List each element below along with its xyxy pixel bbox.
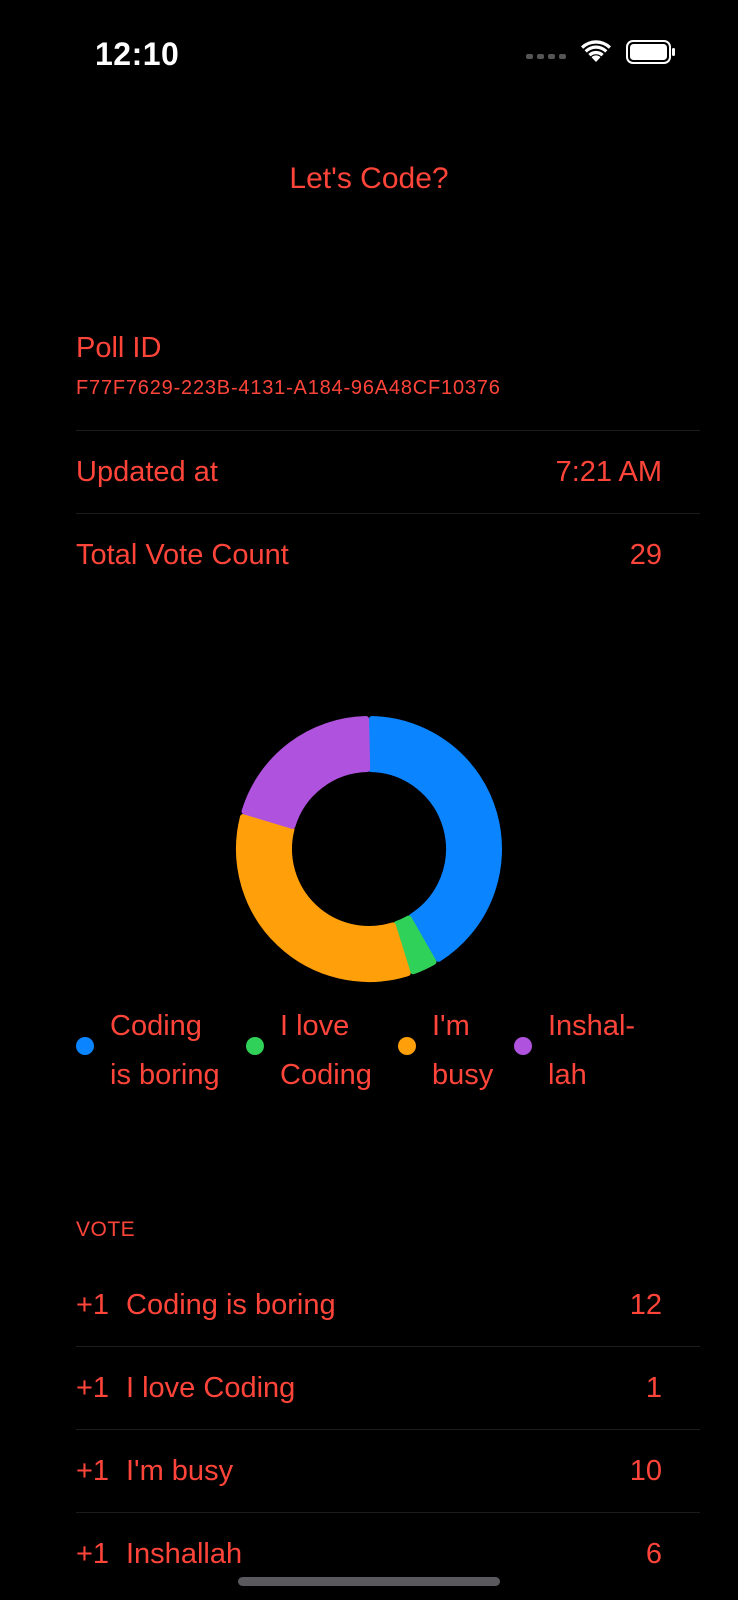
total-vote-count-label: Total Vote Count [76, 538, 289, 571]
poll-info-section: Poll ID F77F7629-223B-4131-A184-96A48CF1… [76, 320, 700, 596]
vote-option-count: 1 [645, 1371, 662, 1404]
vote-option-button[interactable]: +1 I love Coding 1 [76, 1347, 700, 1430]
plus-one-label: +1 [76, 1454, 110, 1487]
home-indicator[interactable] [238, 1577, 500, 1586]
updated-at-row: Updated at 7:21 AM [76, 431, 700, 514]
poll-id-row: Poll ID F77F7629-223B-4131-A184-96A48CF1… [76, 320, 700, 431]
vote-option-label: Coding is boring [126, 1288, 336, 1321]
legend-item-i-love-coding: I love Coding [246, 1002, 398, 1100]
legend-label-line1: I'm [432, 1010, 470, 1042]
legend-dot [246, 1037, 264, 1055]
plus-one-label: +1 [76, 1537, 110, 1570]
poll-id-value: F77F7629-223B-4131-A184-96A48CF10376 [76, 377, 501, 399]
poll-id-label: Poll ID [76, 332, 162, 364]
vote-option-label: I love Coding [126, 1371, 296, 1404]
legend-label-line2: Coding [280, 1059, 372, 1091]
status-icons [526, 40, 676, 64]
vote-donut-chart [0, 700, 738, 1000]
total-vote-count-row: Total Vote Count 29 [76, 514, 700, 596]
legend-label-line1: Coding [110, 1010, 202, 1042]
cellular-signal-icon [526, 53, 566, 59]
vote-option-count: 12 [629, 1288, 662, 1321]
legend-dot [76, 1037, 94, 1055]
legend-dot [514, 1037, 532, 1055]
vote-option-label: I'm busy [126, 1454, 234, 1487]
vote-option-count: 6 [645, 1537, 662, 1570]
page-title: Let's Code? [289, 162, 449, 195]
status-time: 12:10 [95, 36, 180, 72]
battery-icon [626, 40, 675, 64]
wifi-icon [581, 40, 611, 62]
donut-slice-i-m-busy [236, 814, 411, 982]
total-vote-count-value: 29 [629, 538, 662, 571]
status-bar: 12:10 [0, 0, 738, 110]
legend-item-im-busy: I'm busy [398, 1002, 514, 1100]
donut-chart-svg [236, 716, 502, 982]
legend-label-line1: Inshal- [548, 1010, 636, 1042]
updated-at-value: 7:21 AM [555, 455, 662, 488]
legend-label-line2: busy [432, 1059, 494, 1091]
legend-label-line2: is boring [110, 1059, 220, 1091]
vote-option-button[interactable]: +1 I'm busy 10 [76, 1430, 700, 1513]
vote-section-header: VOTE [76, 1218, 136, 1241]
vote-section: VOTE +1 Coding is boring 12 +1 I love Co… [76, 1218, 700, 1595]
vote-option-label: Inshallah [126, 1537, 243, 1570]
legend-item-coding-is-boring: Coding is boring [76, 1002, 246, 1100]
legend-label-line1: I love [280, 1010, 350, 1042]
donut-slice-coding-is-boring [367, 716, 502, 962]
legend-dot [398, 1037, 416, 1055]
donut-slice-inshallah [241, 716, 371, 829]
legend-item-inshallah: Inshal- lah [514, 1002, 654, 1100]
legend-label-line2: lah [548, 1059, 587, 1091]
chart-legend: Coding is boring I love Coding I'm busy … [76, 1002, 676, 1100]
vote-option-button[interactable]: +1 Coding is boring 12 [76, 1264, 700, 1347]
plus-one-label: +1 [76, 1288, 110, 1321]
plus-one-label: +1 [76, 1371, 110, 1404]
updated-at-label: Updated at [76, 455, 218, 488]
vote-option-count: 10 [629, 1454, 662, 1487]
